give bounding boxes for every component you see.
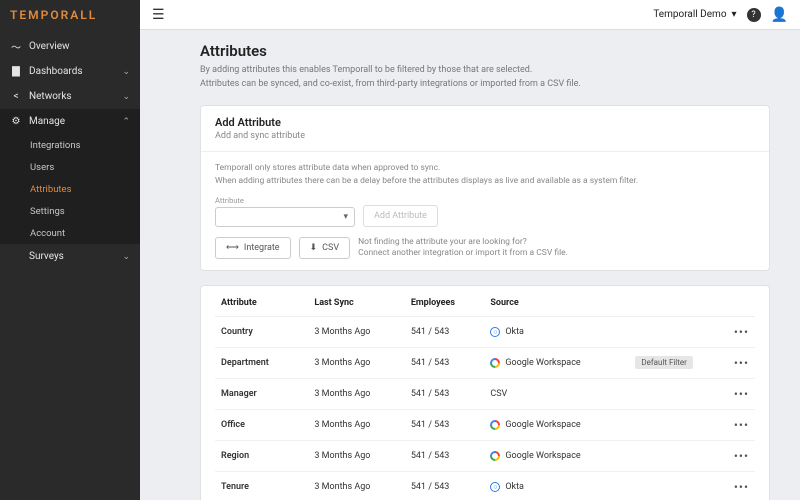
attr-employees: 541 / 543 xyxy=(405,348,485,379)
share-icon: < xyxy=(10,91,22,103)
attribute-field-label: Attribute xyxy=(215,196,355,205)
chevron-up-icon: ⌃ xyxy=(122,117,130,127)
table-row: Office3 Months Ago541 / 543Google Worksp… xyxy=(215,410,755,441)
row-actions[interactable]: ••• xyxy=(728,472,755,500)
table-row: Tenure3 Months Ago541 / 543○Okta ••• xyxy=(215,472,755,500)
attr-employees: 541 / 543 xyxy=(405,379,485,410)
attr-source: ○Okta xyxy=(484,317,629,348)
attr-last-sync: 3 Months Ago xyxy=(308,348,404,379)
row-actions[interactable]: ••• xyxy=(728,410,755,441)
table-row: Country3 Months Ago541 / 543○Okta ••• xyxy=(215,317,755,348)
sub-account[interactable]: Account xyxy=(0,222,140,244)
th-attribute: Attribute xyxy=(215,290,308,317)
attr-name: Region xyxy=(215,441,308,472)
attribute-select[interactable]: ▾ xyxy=(215,207,355,227)
attr-source: CSV xyxy=(484,379,629,410)
default-filter-badge: Default Filter xyxy=(635,356,692,369)
add-attribute-note: Temporall only stores attribute data whe… xyxy=(215,162,755,188)
attr-name: Tenure xyxy=(215,472,308,500)
table-row: Region3 Months Ago541 / 543Google Worksp… xyxy=(215,441,755,472)
integrate-button[interactable]: ⟷Integrate xyxy=(215,237,291,259)
integrate-icon: ⟷ xyxy=(226,243,239,253)
attr-last-sync: 3 Months Ago xyxy=(308,441,404,472)
workspace-name: Temporall Demo xyxy=(653,9,726,20)
sub-attributes[interactable]: Attributes xyxy=(0,178,140,200)
nav-networks-label: Networks xyxy=(29,91,72,102)
folder-icon: ▇ xyxy=(10,66,22,78)
attr-name: Country xyxy=(215,317,308,348)
attr-name: Office xyxy=(215,410,308,441)
integrate-hint: Not finding the attribute your are looki… xyxy=(358,237,568,261)
attr-source: Google Workspace xyxy=(484,348,629,379)
chevron-down-icon: ⌄ xyxy=(122,67,130,77)
add-attribute-subtitle: Add and sync attribute xyxy=(215,131,755,141)
menu-icon[interactable]: ☰ xyxy=(152,7,165,23)
google-icon xyxy=(490,451,500,461)
nav-surveys[interactable]: Surveys ⌄ xyxy=(0,244,140,269)
google-icon xyxy=(490,420,500,430)
nav-networks[interactable]: < Networks ⌄ xyxy=(0,84,140,109)
th-employees: Employees xyxy=(405,290,485,317)
nav-surveys-label: Surveys xyxy=(29,251,64,262)
brand-logo: TEMPORALL xyxy=(0,0,140,30)
attr-employees: 541 / 543 xyxy=(405,410,485,441)
help-icon[interactable]: ? xyxy=(747,8,761,22)
gear-icon: ⚙ xyxy=(10,116,22,128)
google-icon xyxy=(490,358,500,368)
okta-icon: ○ xyxy=(490,327,500,337)
add-attribute-button[interactable]: Add Attribute xyxy=(363,205,438,227)
sub-settings[interactable]: Settings xyxy=(0,200,140,222)
sub-integrations[interactable]: Integrations xyxy=(0,134,140,156)
th-source: Source xyxy=(484,290,629,317)
workspace-selector[interactable]: Temporall Demo ▾ xyxy=(653,9,736,20)
caret-down-icon: ▾ xyxy=(732,9,737,20)
add-attribute-title: Add Attribute xyxy=(215,116,755,129)
table-row: Department3 Months Ago541 / 543Google Wo… xyxy=(215,348,755,379)
attr-name: Manager xyxy=(215,379,308,410)
okta-icon: ○ xyxy=(490,482,500,492)
attributes-table: Attribute Last Sync Employees Source Cou… xyxy=(215,290,755,500)
nav-manage-subitems: Integrations Users Attributes Settings A… xyxy=(0,134,140,244)
attr-last-sync: 3 Months Ago xyxy=(308,379,404,410)
row-actions[interactable]: ••• xyxy=(728,348,755,379)
nav-manage-label: Manage xyxy=(29,116,65,127)
attr-last-sync: 3 Months Ago xyxy=(308,410,404,441)
th-last-sync: Last Sync xyxy=(308,290,404,317)
row-actions[interactable]: ••• xyxy=(728,379,755,410)
chevron-down-icon: ⌄ xyxy=(122,92,130,102)
attr-source: ○Okta xyxy=(484,472,629,500)
chevron-down-icon: ⌄ xyxy=(122,252,130,262)
nav-dashboards-label: Dashboards xyxy=(29,66,83,77)
caret-down-icon: ▾ xyxy=(343,212,348,222)
sidebar: TEMPORALL 〜 Overview ▇ Dashboards ⌄ < Netwo… xyxy=(0,0,140,500)
attributes-table-card: Attribute Last Sync Employees Source Cou… xyxy=(200,285,770,500)
nav-dashboards[interactable]: ▇ Dashboards ⌄ xyxy=(0,59,140,84)
csv-button[interactable]: ⬇CSV xyxy=(299,237,350,259)
surveys-icon xyxy=(10,251,22,263)
row-actions[interactable]: ••• xyxy=(728,441,755,472)
sub-users[interactable]: Users xyxy=(0,156,140,178)
attr-last-sync: 3 Months Ago xyxy=(308,317,404,348)
topbar: ☰ Temporall Demo ▾ ? 👤 xyxy=(140,0,800,30)
attr-source: Google Workspace xyxy=(484,441,629,472)
page-description: By adding attributes this enables Tempor… xyxy=(200,64,770,91)
account-icon[interactable]: 👤 xyxy=(771,7,788,23)
table-row: Manager3 Months Ago541 / 543CSV ••• xyxy=(215,379,755,410)
attr-employees: 541 / 543 xyxy=(405,472,485,500)
attr-employees: 541 / 543 xyxy=(405,317,485,348)
attr-last-sync: 3 Months Ago xyxy=(308,472,404,500)
overview-icon: 〜 xyxy=(10,41,22,53)
download-icon: ⬇ xyxy=(310,243,318,253)
nav-manage[interactable]: ⚙ Manage ⌃ xyxy=(0,109,140,134)
page-title: Attributes xyxy=(200,42,770,60)
row-actions[interactable]: ••• xyxy=(728,317,755,348)
add-attribute-card: Add Attribute Add and sync attribute Tem… xyxy=(200,105,770,271)
attr-name: Department xyxy=(215,348,308,379)
nav-overview-label: Overview xyxy=(29,41,70,52)
attr-employees: 541 / 543 xyxy=(405,441,485,472)
attr-source: Google Workspace xyxy=(484,410,629,441)
nav-overview[interactable]: 〜 Overview xyxy=(0,34,140,59)
